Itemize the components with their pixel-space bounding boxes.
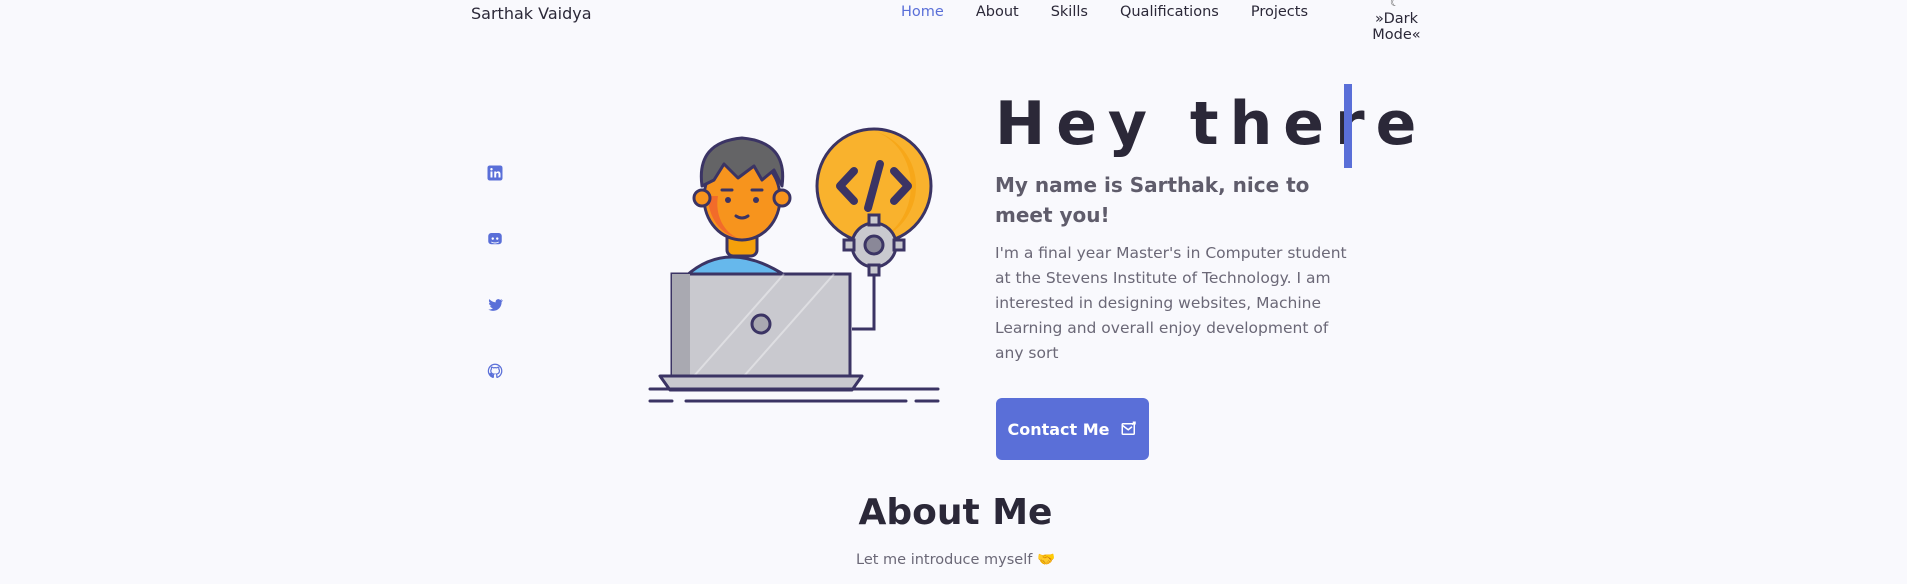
dark-mode-label: »Dark Mode« (1372, 11, 1421, 43)
github-icon (487, 363, 503, 378)
mail-icon (1121, 421, 1136, 435)
moon-icon: ☾ (1390, 0, 1400, 9)
dark-mode-toggle[interactable]: ☾ »Dark Mode« (1349, 0, 1444, 43)
hero-description: I'm a final year Master's in Computer st… (995, 244, 1347, 362)
nav-about[interactable]: About (976, 4, 1019, 20)
typing-caret (1344, 84, 1352, 168)
main-nav: Home About Skills Qualifications Project… (901, 4, 1340, 20)
twitter-icon (488, 299, 504, 311)
about-subtitle: Let me introduce myself 🤝 (0, 551, 1907, 568)
header: Sarthak Vaidya Home About Skills Qualifi… (0, 0, 1907, 43)
linkedin-link[interactable] (484, 162, 506, 184)
hero-title: Hey there (995, 89, 1428, 159)
brand-logo[interactable]: Sarthak Vaidya (471, 4, 592, 23)
contact-me-button[interactable]: Contact Me (996, 398, 1149, 460)
social-links (484, 162, 506, 426)
nav-projects[interactable]: Projects (1251, 4, 1308, 20)
about-subtitle-text: Let me introduce myself (856, 552, 1033, 568)
twitter-link[interactable] (484, 294, 506, 316)
nav-qualifications[interactable]: Qualifications (1120, 4, 1219, 20)
about-title: About Me (858, 492, 1053, 533)
contact-me-label: Contact Me (1007, 419, 1110, 439)
linkedin-icon (487, 165, 503, 181)
hero-subtitle: My name is Sarthak, nice to meet you! (995, 173, 1310, 227)
developer-illustration (644, 126, 944, 406)
nav-home[interactable]: Home (901, 4, 944, 20)
developer-laptop-icon (648, 127, 940, 403)
nav-skills[interactable]: Skills (1051, 4, 1088, 20)
discord-link[interactable] (484, 228, 506, 250)
discord-icon (488, 233, 502, 245)
handshake-icon: 🤝 (1036, 552, 1055, 568)
github-link[interactable] (484, 360, 506, 382)
